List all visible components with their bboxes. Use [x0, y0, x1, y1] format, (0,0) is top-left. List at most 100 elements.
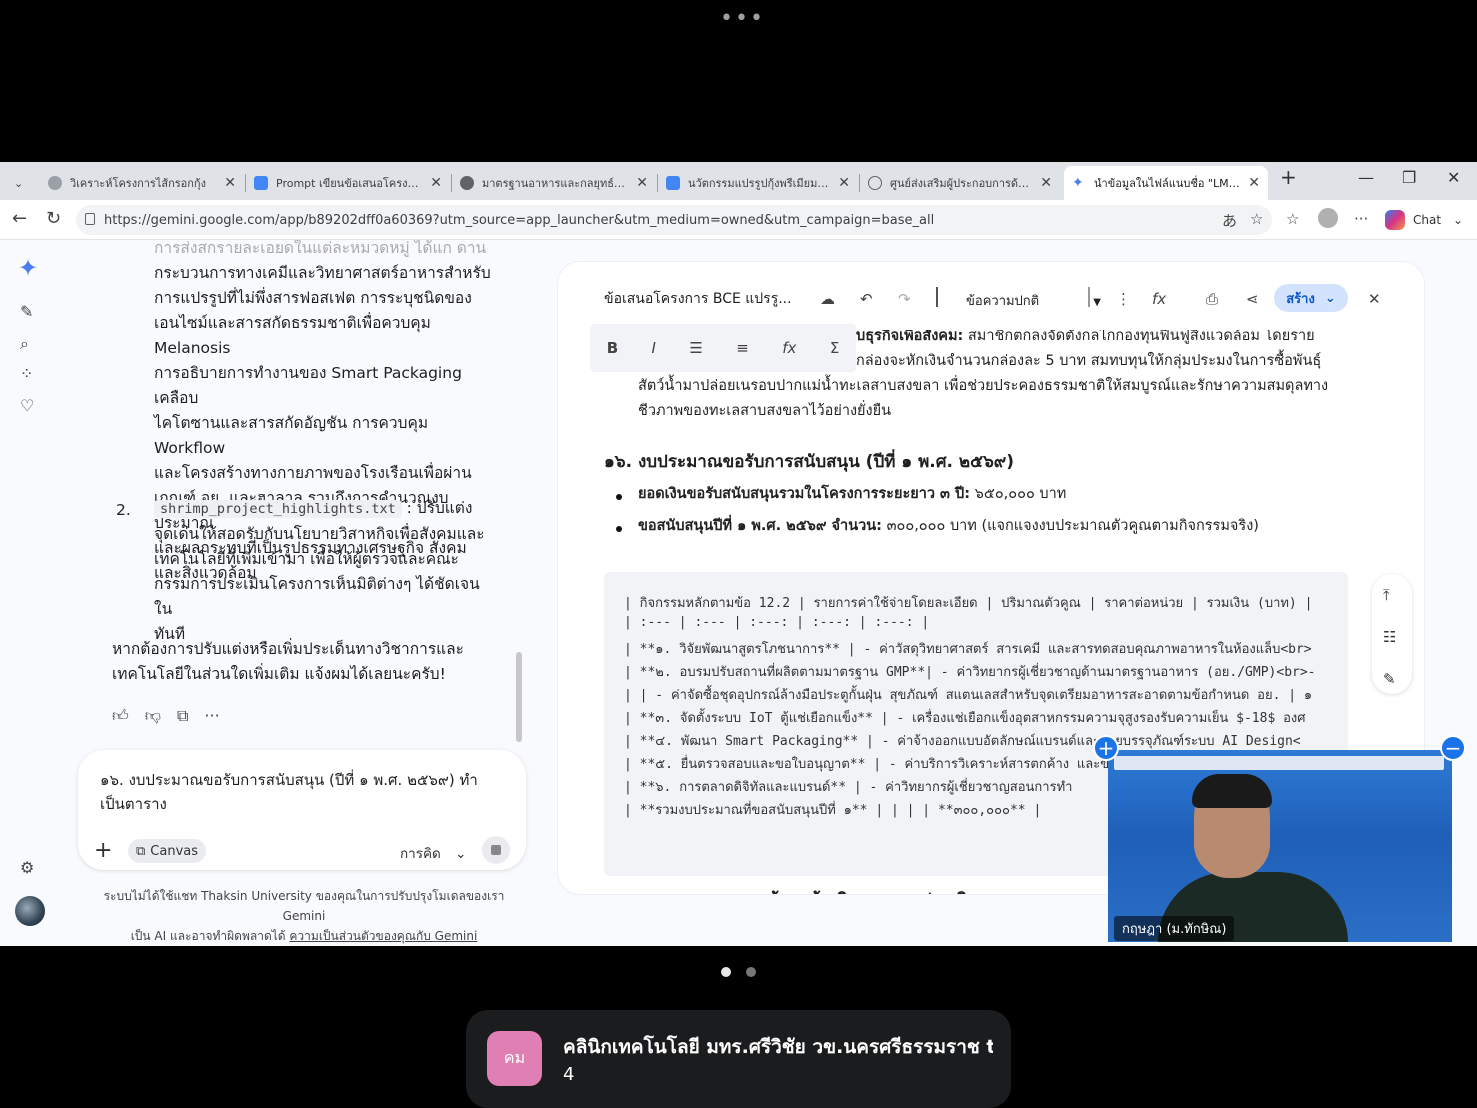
disclaimer-line: เป็น AI และอาจทำผิดพลาดได้ — [130, 929, 290, 943]
code-line: | **๒. อบรมปรับสถานที่ผลิตตามมาตรฐาน GMP… — [624, 665, 1316, 680]
copy-icon[interactable]: ⧉ — [177, 706, 188, 726]
function-icon[interactable]: fx — [782, 339, 796, 357]
italic-icon[interactable]: I — [652, 339, 656, 357]
tab-title: วิเคราะห์โครงการไส้กรอกกุ้ง — [70, 177, 206, 190]
close-canvas-icon[interactable]: ✕ — [1368, 290, 1381, 308]
search-icon[interactable]: ⌕ — [20, 334, 29, 354]
apps-icon[interactable]: ⁘ — [20, 364, 33, 383]
close-icon[interactable]: ✕ — [838, 175, 850, 191]
sigma-icon[interactable]: Σ — [830, 339, 839, 357]
share-icon[interactable]: ⋖ — [1246, 290, 1259, 308]
close-icon[interactable]: ✕ — [430, 175, 442, 191]
caret-down-icon: ▼ — [1093, 297, 1101, 308]
prompt-input-box[interactable]: ๑๖. งบประมาณขอรับการสนับสนุน (ปีที่ ๑ พ.… — [78, 750, 526, 870]
numbered-list-icon[interactable]: ≡ — [736, 339, 749, 357]
reload-button[interactable]: ↻ — [46, 208, 61, 229]
tab-6-active[interactable]: ✦ นำข้อมูลในไฟล์แนบชื่อ "LMนวัตกรรม ✕ — [1064, 166, 1268, 200]
chat-scrollbar[interactable] — [516, 652, 522, 742]
tab-bar: ⌄ วิเคราะห์โครงการไส้กรอกกุ้ง ✕ Prompt เ… — [0, 162, 1477, 200]
close-icon[interactable]: ✕ — [1248, 175, 1260, 191]
user-avatar[interactable] — [15, 896, 45, 926]
more-icon[interactable]: ··· — [1354, 210, 1368, 228]
closing-paragraph: หากต้องการปรับแต่งหรือเพิ่มประเด็นทางวิช… — [112, 637, 492, 687]
expand-icon[interactable]: ⤒ — [1383, 586, 1390, 604]
cloud-save-icon[interactable]: ☁ — [820, 290, 835, 308]
copilot-chat-button[interactable]: Chat ⌄ — [1385, 206, 1463, 234]
response-line: เอนไซม์และสารสกัดธรรมชาติเพื่อควบคุม Mel… — [154, 314, 431, 357]
canvas-label: Canvas — [150, 843, 199, 859]
chat-label: Chat — [1413, 213, 1442, 227]
new-chat-icon[interactable]: ✎ — [20, 302, 33, 321]
list-number: 2. — [116, 501, 131, 519]
list-item: shrimp_project_highlights.txt : ปรับแต่ง… — [154, 496, 494, 647]
section-heading: ๑๗. การรายงานความก้าวหน้า ติดตามและประเม… — [604, 886, 999, 894]
code-line: | | - ค่าจัดซื้อชุดอุปกรณ์ล้างมือประตูกั… — [624, 688, 1313, 703]
text-style-dropdown[interactable]: ข้อความปกติ ▼ — [966, 290, 1101, 311]
format-toolbar: B I ☰ ≡ fx Σ — [590, 324, 856, 372]
video-minimize-button[interactable]: − — [1440, 735, 1466, 761]
restore-button[interactable]: ❐ — [1402, 168, 1416, 187]
bold-icon[interactable]: B — [607, 339, 618, 357]
close-icon[interactable]: ✕ — [224, 175, 236, 191]
favorite-star-icon[interactable]: ☆ — [1250, 210, 1263, 228]
close-icon[interactable]: ✕ — [636, 175, 648, 191]
bulleted-list-icon[interactable]: ☰ — [689, 339, 702, 357]
thumbs-down-icon[interactable]: 👎︎ — [145, 706, 161, 726]
undo-icon[interactable]: ↶ — [860, 290, 873, 308]
more-options-icon[interactable]: ··· — [204, 706, 219, 726]
video-add-button[interactable]: + — [1093, 735, 1119, 761]
tab-1[interactable]: วิเคราะห์โครงการไส้กรอกกุ้ง ✕ — [40, 166, 244, 200]
new-tab-button[interactable]: + — [1280, 165, 1297, 189]
model-mode-dropdown[interactable]: การคิด ⌄ — [400, 842, 466, 864]
tab-5[interactable]: ศูนย์ส่งเสริมผู้ประกอบการด้านอาหาร ✕ — [860, 166, 1060, 200]
tab-3[interactable]: มาตรฐานอาหารและกลยุทธ์ยกระดับ ✕ — [452, 166, 656, 200]
favorites-icon[interactable]: ☆ — [1286, 210, 1299, 228]
response-line: การอธิบายการทำงานของ Smart Packaging เคล… — [154, 364, 462, 407]
close-icon[interactable]: ✕ — [1040, 175, 1052, 191]
page-indicator[interactable] — [746, 967, 756, 977]
print-icon[interactable]: ⎙ — [1206, 290, 1218, 308]
redo-icon[interactable]: ↷ — [898, 290, 911, 308]
close-window-button[interactable]: ✕ — [1447, 168, 1460, 187]
doc-text: ๓๐๐,๐๐๐ บาท (แจกแจงงบประมาณตัวคูณตามกิจก… — [881, 518, 1259, 534]
window-menu-dots[interactable]: ••• — [720, 6, 765, 31]
code-line: | **๓. จัดตั้งระบบ IoT ตู้แช่เยือกแข็ง**… — [624, 711, 1306, 726]
document-title[interactable]: ข้อเสนอโครงการ BCE แปรรู... — [604, 288, 792, 310]
bullet-dot — [616, 526, 622, 532]
canvas-toggle-button[interactable]: ⧉ Canvas — [128, 839, 207, 863]
doc-line: บธุรกิจเพื่อสังคม: สมาชิกตกลงจัดตั้งกลไก… — [856, 330, 1315, 349]
response-line: การแปรรูปที่ไม่พึ่งสารฟอสเฟต การระบุชนิด… — [154, 289, 472, 307]
response-line: เทคโนโลยีที่เพิ่มเข้ามา เพื่อให้ผู้ตรวจแ… — [154, 550, 459, 568]
suggest-edits-icon[interactable]: ✎ — [1383, 670, 1396, 688]
tab-4[interactable]: นวัตกรรมแปรรูปกุ้งพรีเมียมยกระดับ ✕ — [658, 166, 858, 200]
url-field[interactable]: https://gemini.google.com/app/b89202dff0… — [76, 205, 1272, 235]
video-call-tile[interactable]: กฤษฎา (ม.ทักษิณ) — [1108, 750, 1452, 942]
translate-icon[interactable]: あ — [1222, 210, 1237, 231]
create-button[interactable]: สร้าง ⌄ — [1274, 284, 1348, 312]
prompt-line: เป็นตาราง — [100, 795, 167, 813]
chat-notification[interactable]: คม คลินิกเทคโนโลยี มทร.ศรีวิชัย วข.นครศร… — [466, 1010, 1011, 1108]
privacy-disclaimer: ระบบไม่ได้ใช้แชท Thaksin University ของค… — [92, 886, 516, 946]
site-info-icon[interactable] — [85, 213, 95, 225]
prompt-input[interactable]: ๑๖. งบประมาณขอรับการสนับสนุน (ปีที่ ๑ พ.… — [100, 768, 480, 816]
function-icon[interactable]: fx — [1152, 290, 1166, 308]
privacy-link[interactable]: ความเป็นส่วนตัวของคุณกับ Gemini — [289, 929, 477, 943]
tab-list-button[interactable]: ⌄ — [6, 166, 36, 200]
gemini-logo-icon[interactable]: ✦ — [18, 254, 38, 282]
gemini-icon: ✦ — [1072, 175, 1084, 191]
gem-icon[interactable]: ♡ — [20, 396, 34, 415]
url-text: https://gemini.google.com/app/b89202dff0… — [104, 212, 935, 228]
filename-chip: shrimp_project_highlights.txt — [154, 500, 402, 518]
page-indicator-active[interactable] — [721, 967, 731, 977]
profile-avatar[interactable] — [1318, 208, 1338, 228]
disclaimer-line: ระบบไม่ได้ใช้แชท Thaksin University ของค… — [103, 889, 505, 923]
thumbs-up-icon[interactable]: 👍︎ — [112, 706, 129, 726]
add-attachment-button[interactable]: + — [94, 838, 112, 863]
stop-generating-button[interactable] — [482, 836, 510, 864]
more-vertical-icon[interactable]: ⋮ — [1116, 290, 1131, 308]
settings-gear-icon[interactable]: ⚙ — [20, 858, 34, 877]
minimize-button[interactable]: — — [1358, 168, 1374, 187]
back-button[interactable]: ← — [12, 208, 27, 229]
tab-2[interactable]: Prompt เขียนข้อเสนอโครงการด้วย ✕ — [246, 166, 450, 200]
adjust-icon[interactable]: ☷ — [1383, 628, 1396, 646]
